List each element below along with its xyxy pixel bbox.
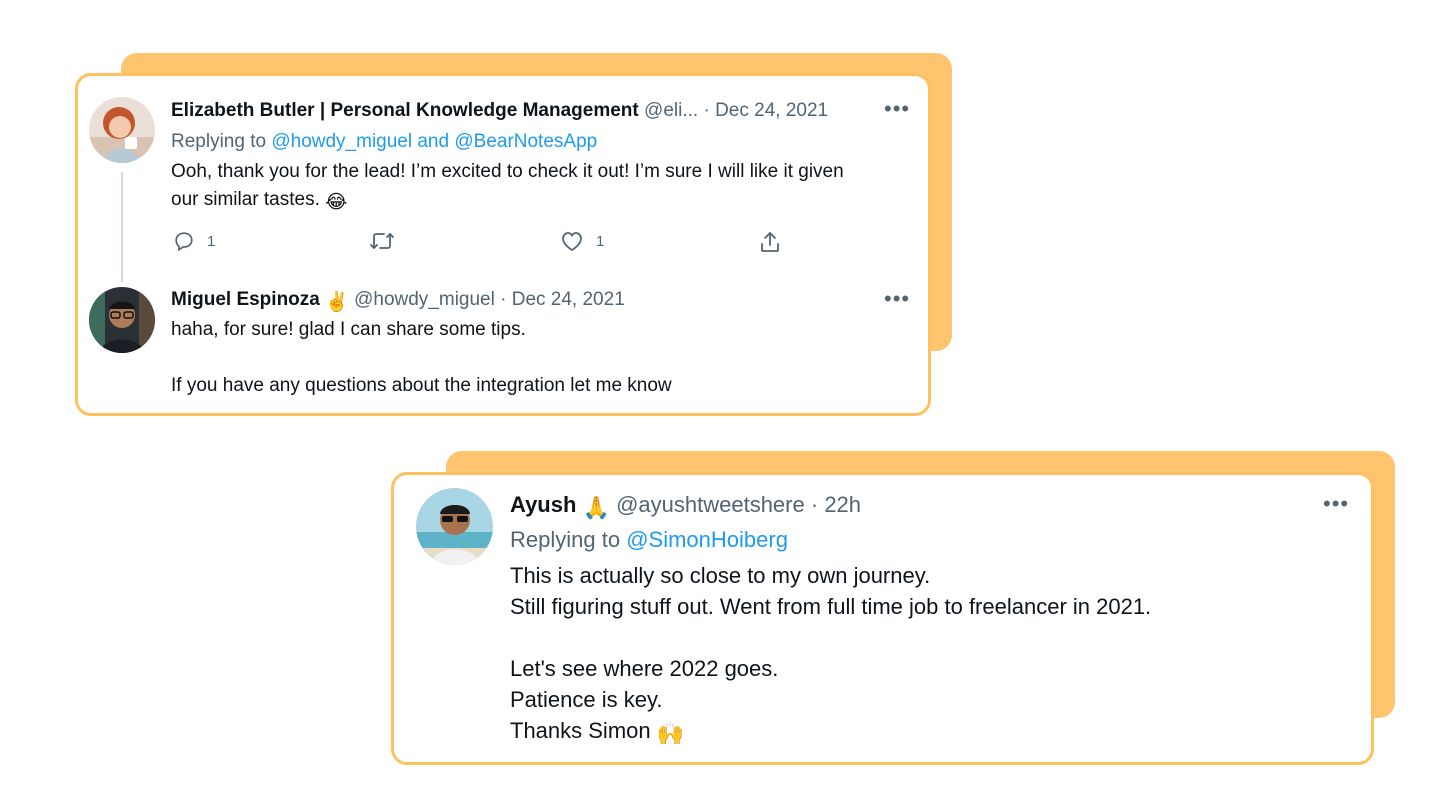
reply-icon xyxy=(175,232,193,252)
tweet-date[interactable]: 22h xyxy=(824,492,861,517)
avatar[interactable] xyxy=(416,488,493,565)
tweet-text-line: Patience is key. xyxy=(510,687,663,712)
separator-dot: · xyxy=(810,492,819,517)
replying-prefix: Replying to xyxy=(510,527,621,552)
tweet-text: Ooh, thank you for the lead! I’m excited… xyxy=(171,158,911,217)
tweet-header: Ayush 🙏 @ayushtweetshere · 22h xyxy=(510,491,861,522)
like-count: 1 xyxy=(596,232,605,250)
avatar[interactable] xyxy=(89,287,155,353)
replying-to: Replying to @SimonHoiberg xyxy=(510,526,788,554)
tweet-text: haha, for sure! glad I can share some ti… xyxy=(171,316,911,400)
more-horizontal-icon[interactable]: ••• xyxy=(1323,493,1349,515)
author-name[interactable]: Elizabeth Butler | Personal Knowledge Ma… xyxy=(171,100,639,121)
tweet-blank-line xyxy=(171,344,911,372)
tweet-text-closing: Thanks Simon xyxy=(510,718,651,743)
tweet-text-line: This is actually so close to my own jour… xyxy=(510,563,931,588)
tweet-text-line: Let's see where 2022 goes. xyxy=(510,656,779,681)
author-handle[interactable]: @howdy_miguel xyxy=(354,289,495,310)
author-handle[interactable]: @ayushtweetshere xyxy=(616,492,805,517)
heart-icon xyxy=(562,232,582,252)
tweet-date[interactable]: Dec 24, 2021 xyxy=(715,100,828,121)
replying-mentions[interactable]: @SimonHoiberg xyxy=(626,527,788,552)
tweet-text-line: Thanks Simon 🙌 xyxy=(510,715,1350,749)
retweet-button[interactable] xyxy=(369,230,395,252)
tweet-text-line-2: our similar tastes. xyxy=(171,189,320,210)
replying-prefix: Replying to xyxy=(171,131,267,152)
tweet-text-line: haha, for sure! glad I can share some ti… xyxy=(171,319,526,340)
laughing-emoji-icon: 😂 xyxy=(325,192,348,213)
replying-to: Replying to @howdy_miguel and @BearNotes… xyxy=(171,130,597,154)
tweet-text-line: our similar tastes. 😂 xyxy=(171,186,911,217)
tweet-blank-line xyxy=(510,622,1350,653)
separator-dot: · xyxy=(500,289,507,310)
tweet-date[interactable]: Dec 24, 2021 xyxy=(512,289,625,310)
replying-mentions[interactable]: @howdy_miguel and @BearNotesApp xyxy=(271,131,597,152)
tweet-text-line: Still figuring stuff out. Went from full… xyxy=(510,594,1152,619)
folded-hands-emoji-icon: 🙏 xyxy=(582,495,610,520)
retweet-icon xyxy=(370,233,394,249)
author-name[interactable]: Ayush xyxy=(510,492,576,517)
tweet-text: This is actually so close to my own jour… xyxy=(510,560,1350,749)
like-button[interactable]: 1 xyxy=(560,230,604,252)
separator-dot: · xyxy=(703,100,710,121)
share-icon xyxy=(761,232,779,252)
tweet-text-line: Ooh, thank you for the lead! I’m excited… xyxy=(171,161,844,182)
more-horizontal-icon[interactable]: ••• xyxy=(884,98,910,120)
avatar[interactable] xyxy=(89,97,155,163)
author-name[interactable]: Miguel Espinoza xyxy=(171,289,320,310)
reply-button[interactable]: 1 xyxy=(173,230,215,252)
tweet-header: Elizabeth Butler | Personal Knowledge Ma… xyxy=(171,99,828,123)
raising-hands-emoji-icon: 🙌 xyxy=(656,721,685,746)
author-handle[interactable]: @eli... xyxy=(644,100,698,121)
thread-connector-line xyxy=(121,172,123,282)
more-horizontal-icon[interactable]: ••• xyxy=(884,288,910,310)
share-button[interactable] xyxy=(759,230,781,254)
tweet-header: Miguel Espinoza ✌️ @howdy_miguel · Dec 2… xyxy=(171,288,625,315)
tweet-text-line: If you have any questions about the inte… xyxy=(171,375,672,396)
reply-count: 1 xyxy=(207,232,216,250)
victory-hand-emoji-icon: ✌️ xyxy=(325,292,349,313)
